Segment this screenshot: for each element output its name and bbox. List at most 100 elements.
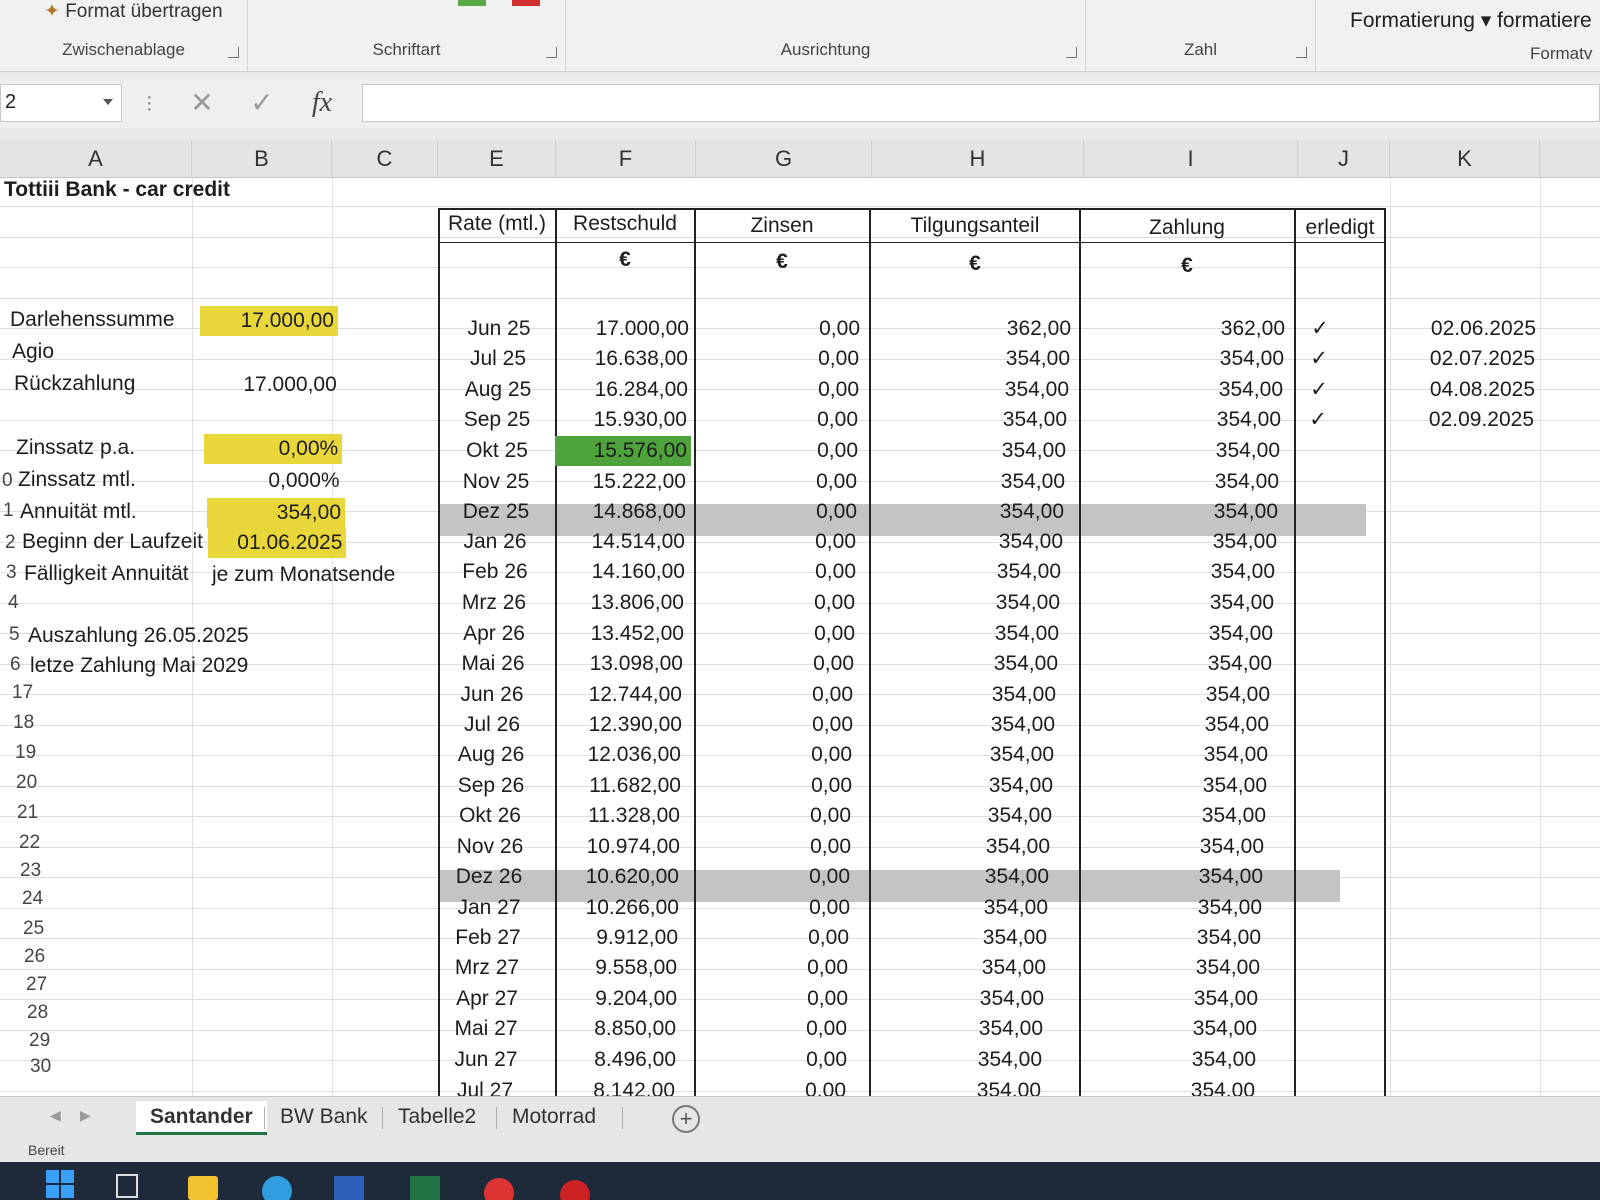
add-sheet-icon[interactable]: +	[672, 1105, 700, 1133]
row-number[interactable]: 27	[24, 974, 47, 996]
cell-zinsen[interactable]: 0,00	[688, 740, 852, 770]
cell-erledigt[interactable]: ✓	[1298, 405, 1338, 435]
row-number[interactable]: 28	[25, 1002, 48, 1024]
cell-zinsen[interactable]: 0,00	[695, 344, 859, 374]
row-number[interactable]: 30	[28, 1056, 51, 1078]
cell-erledigt[interactable]	[1297, 467, 1337, 497]
cell-erledigt[interactable]	[1294, 649, 1334, 679]
cell-zahlung[interactable]: 354,00	[1076, 436, 1280, 466]
cell-rate[interactable]: Jan 26	[436, 527, 554, 557]
cell-zahlung[interactable]: 354,00	[1056, 953, 1260, 983]
row-number[interactable]: 3	[4, 562, 26, 584]
cell-restschuld[interactable]: 11.328,00	[548, 801, 680, 831]
cell-paid-date[interactable]	[1387, 801, 1527, 831]
cell-paid-date[interactable]	[1388, 771, 1528, 801]
row-number[interactable]: 20	[14, 772, 37, 794]
cell-paid-date[interactable]	[1389, 710, 1529, 740]
cell-erledigt[interactable]	[1293, 710, 1333, 740]
cell-restschuld[interactable]: 14.160,00	[553, 557, 685, 587]
tab-bw-bank[interactable]: BW Bank	[266, 1101, 382, 1135]
cell-erledigt[interactable]: ✓	[1299, 375, 1339, 405]
cell-zinsen[interactable]: 0,00	[689, 680, 853, 710]
cell-zahlung[interactable]: 354,00	[1075, 467, 1279, 497]
cell-restschuld[interactable]: 15.576,00	[555, 436, 691, 466]
worksheet-grid[interactable]: Tottiii Bank - car credit Darlehenssumme…	[0, 178, 1600, 1110]
cell-paid-date[interactable]	[1383, 1045, 1523, 1075]
cell-paid-date[interactable]: 02.06.2025	[1396, 314, 1536, 344]
row-number[interactable]: 0	[0, 470, 22, 492]
row-number[interactable]: 17	[10, 682, 33, 704]
cell-tilgung[interactable]: 354,00	[849, 862, 1049, 892]
row-number[interactable]: 22	[17, 832, 40, 854]
cell-tilgung[interactable]: 354,00	[869, 375, 1069, 405]
cell-rate[interactable]: Mai 26	[434, 649, 552, 679]
cell-rate[interactable]: Dez 26	[430, 862, 548, 892]
cell-paid-date[interactable]: 04.08.2025	[1395, 375, 1535, 405]
param-value[interactable]	[201, 338, 339, 368]
cell-tilgung[interactable]: 354,00	[861, 557, 1061, 587]
cell-tilgung[interactable]: 354,00	[846, 953, 1046, 983]
cell-restschuld[interactable]: 16.638,00	[556, 344, 688, 374]
cell-tilgung[interactable]: 354,00	[855, 710, 1055, 740]
cell-rate[interactable]: Mai 27	[427, 1014, 545, 1044]
cell-erledigt[interactable]	[1292, 740, 1332, 770]
row-number[interactable]: 4	[6, 592, 28, 614]
cell-zinsen[interactable]: 0,00	[692, 557, 856, 587]
cell-tilgung[interactable]: 354,00	[859, 619, 1059, 649]
cell-zahlung[interactable]: 354,00	[1068, 649, 1272, 679]
param-value[interactable]: 354,00	[207, 498, 345, 528]
cell-rate[interactable]: Jun 27	[427, 1045, 545, 1075]
cell-paid-date[interactable]	[1391, 619, 1531, 649]
cell-paid-date[interactable]: 02.07.2025	[1395, 344, 1535, 374]
param-value[interactable]: 0,000%	[206, 466, 344, 496]
tab-scroll-right-icon[interactable]: ▶	[80, 1107, 91, 1124]
row-number[interactable]: 23	[18, 860, 41, 882]
row-number[interactable]: 21	[15, 802, 38, 824]
cell-erledigt[interactable]	[1297, 497, 1337, 527]
header-rate[interactable]: Rate (mtl.)	[440, 212, 554, 236]
cell-zahlung[interactable]: 354,00	[1073, 527, 1277, 557]
column-header-h[interactable]: H	[872, 140, 1084, 178]
cell-paid-date[interactable]	[1393, 497, 1533, 527]
column-header-k[interactable]: K	[1390, 140, 1540, 178]
cell-erledigt[interactable]	[1293, 680, 1333, 710]
cell-zinsen[interactable]: 0,00	[686, 862, 850, 892]
cell-rate[interactable]: Jul 25	[439, 344, 557, 374]
param-label[interactable]: Fälligkeit Annuität	[24, 562, 189, 586]
dialog-launcher-icon[interactable]	[546, 47, 557, 58]
param-label[interactable]: Rückzahlung	[14, 372, 135, 396]
row-number[interactable]: 19	[13, 742, 36, 764]
cell-paid-date[interactable]	[1389, 680, 1529, 710]
cell-restschuld[interactable]: 9.558,00	[545, 953, 677, 983]
cell-zahlung[interactable]: 354,00	[1057, 923, 1261, 953]
cell-paid-date[interactable]	[1387, 832, 1527, 862]
more-icon[interactable]: · · ·	[146, 87, 153, 119]
cell-zinsen[interactable]: 0,00	[684, 953, 848, 983]
cell-restschuld[interactable]: 12.744,00	[550, 680, 682, 710]
dialog-launcher-icon[interactable]	[1296, 47, 1307, 58]
cell-paid-date[interactable]	[1394, 436, 1534, 466]
cell-zahlung[interactable]: 354,00	[1069, 619, 1273, 649]
cell-paid-date[interactable]: 02.09.2025	[1394, 405, 1534, 435]
cell-rate[interactable]: Jun 25	[440, 314, 558, 344]
cell-paid-date[interactable]	[1391, 588, 1531, 618]
header-tilgungsanteil[interactable]: Tilgungsanteil	[871, 214, 1079, 238]
cell-zahlung[interactable]: 354,00	[1054, 984, 1258, 1014]
cell-zinsen[interactable]: 0,00	[694, 405, 858, 435]
cell-zahlung[interactable]: 354,00	[1070, 588, 1274, 618]
cell-restschuld[interactable]: 15.930,00	[555, 405, 687, 435]
cell-tilgung[interactable]: 354,00	[844, 984, 1044, 1014]
cell-zinsen[interactable]: 0,00	[691, 588, 855, 618]
cell-rate[interactable]: Aug 25	[439, 375, 557, 405]
cell-erledigt[interactable]	[1290, 862, 1330, 892]
close-icon[interactable]: ✕	[182, 84, 222, 122]
row-number[interactable]: 24	[20, 888, 43, 910]
cell-zahlung[interactable]: 354,00	[1059, 862, 1263, 892]
word-icon[interactable]	[334, 1176, 364, 1200]
cell-zahlung[interactable]: 354,00	[1064, 740, 1268, 770]
tab-tabelle2[interactable]: Tabelle2	[384, 1101, 490, 1135]
row-number[interactable]: 29	[27, 1030, 50, 1052]
param-label[interactable]: Darlehenssumme	[10, 308, 175, 332]
header-erledigt[interactable]: erledigt	[1296, 216, 1384, 240]
cell-tilgung[interactable]: 354,00	[860, 588, 1060, 618]
